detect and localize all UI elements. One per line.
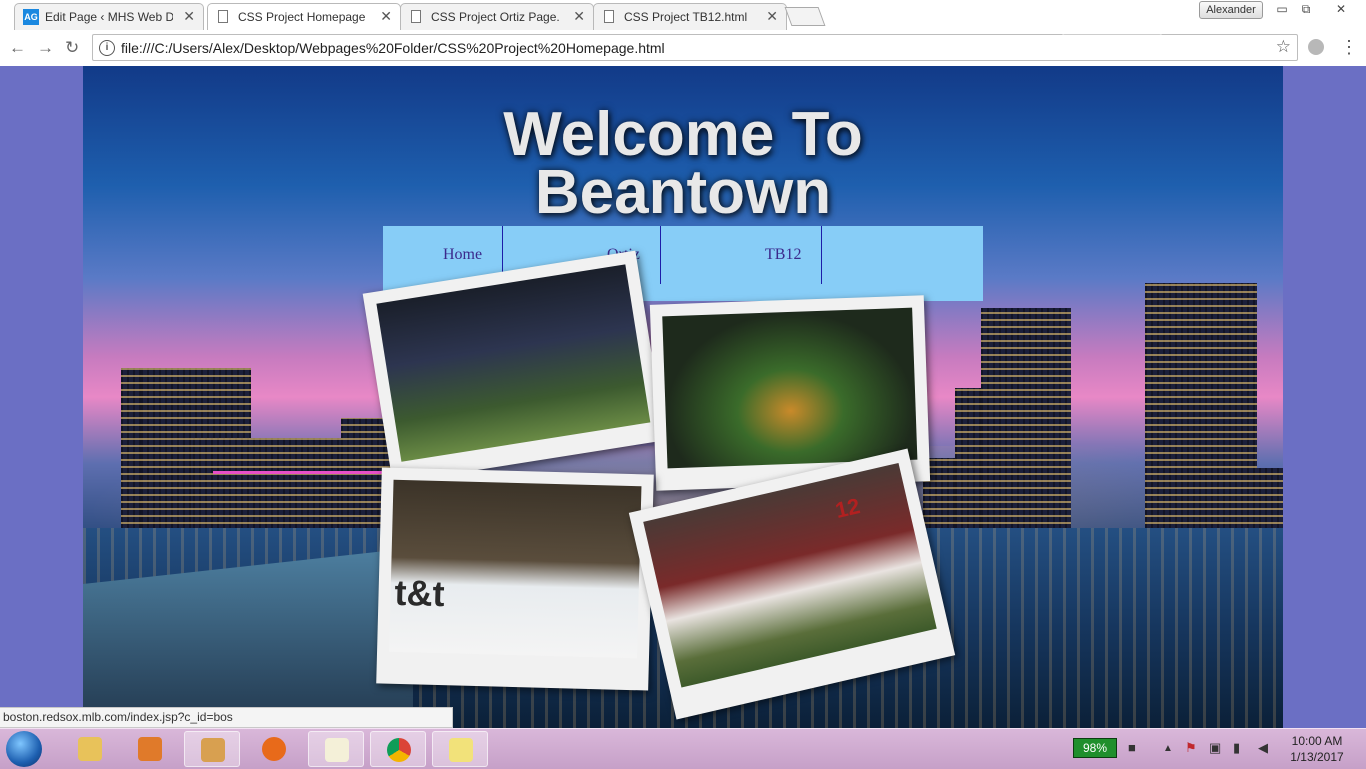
extension-icon[interactable] [1308, 39, 1324, 55]
jersey-number: 12 [832, 493, 863, 523]
nav-divider [821, 226, 822, 284]
clock-time: 10:00 AM [1291, 734, 1343, 748]
tab-title: Edit Page ‹ MHS Web De [45, 10, 173, 24]
restore-icon[interactable]: ⧉ [1294, 0, 1318, 18]
media-player-icon[interactable] [122, 731, 178, 767]
device-icon[interactable]: ▣ [1209, 740, 1221, 756]
page-title: Welcome To Beantown [83, 104, 1283, 224]
clock[interactable]: 10:00 AM 1/13/2017 [1282, 733, 1352, 765]
chrome-icon[interactable] [370, 731, 426, 767]
bruins-photo[interactable]: t&t [376, 467, 654, 691]
link-status-bubble: boston.redsox.mlb.com/index.jsp?c_id=bos [0, 707, 453, 728]
page-viewport: Welcome To Beantown Home Ortiz TB12 t&t … [0, 66, 1366, 728]
patriots-photo-image [376, 264, 651, 462]
nav-link-tb12[interactable]: TB12 [765, 226, 801, 284]
info-icon[interactable]: i [99, 40, 115, 56]
window-close-icon[interactable]: ✕ [1326, 0, 1356, 18]
celtics-photo-image [662, 307, 918, 469]
bookmark-star-icon[interactable]: ☆ [1276, 37, 1291, 57]
tab-css-project-tb12[interactable]: CSS Project TB12.html ✕ [593, 3, 787, 30]
tab-title: CSS Project Ortiz Page.ht [431, 10, 559, 24]
ag-favicon-icon: AG [23, 9, 39, 25]
page-title-line2: Beantown [534, 158, 832, 227]
volume-icon[interactable]: ◀ [1258, 740, 1268, 756]
paint-icon[interactable] [184, 731, 240, 767]
tab-css-project-ortiz[interactable]: CSS Project Ortiz Page.ht ✕ [400, 3, 594, 30]
close-tab-icon[interactable]: ✕ [573, 8, 585, 25]
tab-title: CSS Project Homepage.h [238, 10, 366, 24]
start-button-icon[interactable] [6, 731, 42, 767]
sticky-notes-icon[interactable] [432, 731, 488, 767]
bruins-photo-image: t&t [389, 479, 642, 659]
network-signal-icon[interactable]: ▮ [1233, 740, 1240, 756]
tab-css-project-homepage[interactable]: CSS Project Homepage.h ✕ [207, 3, 401, 30]
action-center-flag-icon[interactable]: ⚑ [1185, 740, 1197, 756]
show-hidden-icons-icon[interactable]: ▲ [1163, 743, 1173, 754]
firefox-icon[interactable] [246, 731, 302, 767]
battery-tray-area [1062, 2, 1162, 36]
document-icon [411, 10, 421, 23]
taskbar [0, 728, 1366, 769]
minimize-icon[interactable]: ▭ [1270, 0, 1294, 18]
nav-divider [660, 226, 661, 284]
reload-icon[interactable]: ↻ [65, 38, 79, 58]
new-tab-button[interactable] [784, 7, 826, 26]
url-text[interactable]: file:///C:/Users/Alex/Desktop/Webpages%2… [121, 40, 665, 56]
notepad-icon[interactable] [308, 731, 364, 767]
document-icon [218, 10, 228, 23]
back-arrow-icon[interactable]: ← [9, 38, 26, 58]
skyline-building [1145, 283, 1257, 538]
clock-date: 1/13/2017 [1290, 750, 1344, 764]
menu-icon[interactable]: ⋮ [1340, 37, 1358, 58]
tab-title: CSS Project TB12.html [624, 10, 748, 24]
profile-button[interactable]: Alexander [1199, 1, 1263, 19]
close-tab-icon[interactable]: ✕ [380, 8, 392, 25]
boards-text: t&t [394, 571, 446, 615]
close-tab-icon[interactable]: ✕ [766, 8, 778, 25]
boston-skyline-background: Welcome To Beantown Home Ortiz TB12 t&t … [83, 66, 1283, 728]
battery-indicator[interactable]: 98% [1073, 738, 1117, 758]
address-bar[interactable]: i file:///C:/Users/Alex/Desktop/Webpages… [92, 34, 1298, 61]
file-explorer-icon[interactable] [62, 731, 118, 767]
browser-toolbar: ← → ↻ i file:///C:/Users/Alex/Desktop/We… [0, 30, 1366, 67]
forward-arrow-icon[interactable]: → [37, 38, 54, 58]
document-icon [604, 10, 614, 23]
close-tab-icon[interactable]: ✕ [183, 8, 195, 25]
skyline-building [981, 308, 1071, 538]
tab-edit-page[interactable]: AG Edit Page ‹ MHS Web De ✕ [14, 3, 204, 30]
power-plug-icon[interactable]: ■ [1128, 740, 1136, 755]
